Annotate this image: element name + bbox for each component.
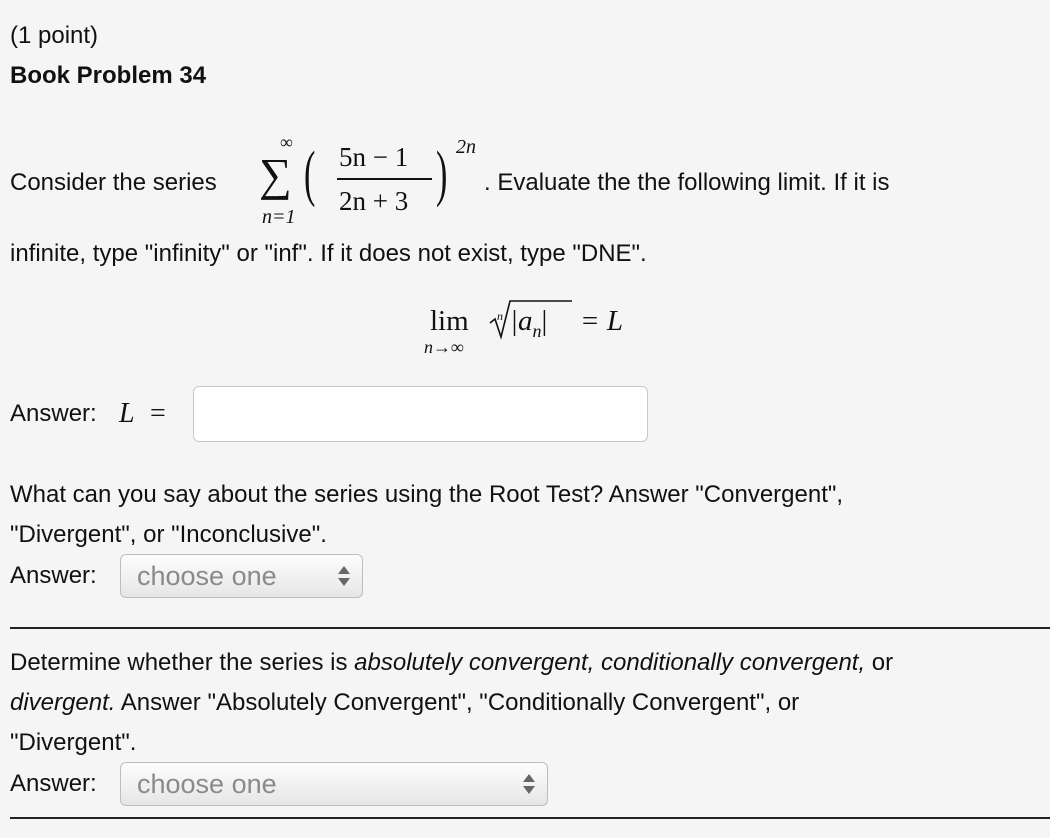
intro-text-before: Consider the series — [10, 169, 217, 196]
lim-text: lim — [430, 305, 469, 337]
limit-answer-input[interactable] — [193, 386, 648, 442]
question2-line2: "Divergent", or "Inconclusive". — [10, 521, 327, 548]
lim-subscript: n→∞ — [424, 337, 464, 357]
question3-line2-post: Answer "Absolutely Convergent", "Conditi… — [115, 689, 800, 716]
intro-text-after: . Evaluate the the following limit. If i… — [484, 169, 890, 196]
series-exponent: 2n — [456, 136, 476, 158]
answer1-label: Answer: — [10, 400, 97, 427]
answer1-equals: = — [150, 398, 166, 429]
question2-line1: What can you say about the series using … — [10, 481, 844, 508]
sum-lower-limit: n=1 — [262, 206, 296, 228]
left-paren: ( — [304, 140, 316, 208]
question3-line3: "Divergent". — [10, 729, 137, 756]
problem-title: Book Problem 34 — [10, 62, 207, 89]
root-test-select-value: choose one — [137, 561, 277, 591]
question3-line1-italic: absolutely convergent, conditionally con… — [354, 649, 866, 676]
points-label: (1 point) — [10, 22, 99, 49]
radicand-close: | — [541, 305, 548, 337]
intro-text-line2: infinite, type "infinity" or "inf". If i… — [10, 240, 647, 267]
answer3-label: Answer: — [10, 770, 97, 797]
fraction-numerator: 5n − 1 — [339, 142, 409, 172]
divider — [10, 627, 1050, 629]
radicand: |an| — [510, 305, 547, 342]
question3-line1-post: or — [865, 649, 894, 676]
question3-line2-italic: divergent. — [10, 689, 116, 716]
answer2-label: Answer: — [10, 562, 97, 589]
convergence-type-select[interactable]: choose one — [120, 762, 548, 806]
fraction-bar — [337, 178, 432, 180]
right-paren: ) — [436, 140, 448, 208]
question3-line1-pre: Determine whether the series is — [10, 649, 355, 676]
question3-line1: Determine whether the series is absolute… — [10, 649, 893, 677]
select-arrows-icon — [523, 772, 535, 796]
question3-line2: divergent. Answer "Absolutely Convergent… — [10, 689, 799, 717]
radicand-open: |a — [510, 305, 533, 337]
answer1-variable: L — [119, 398, 135, 429]
fraction-denominator: 2n + 3 — [339, 186, 409, 216]
sum-symbol: ∑ — [259, 149, 292, 200]
select-arrows-icon — [338, 564, 350, 588]
limit-rhs: = L — [580, 305, 623, 337]
convergence-type-select-value: choose one — [137, 769, 277, 799]
divider — [10, 817, 1050, 819]
root-test-select[interactable]: choose one — [120, 554, 363, 598]
